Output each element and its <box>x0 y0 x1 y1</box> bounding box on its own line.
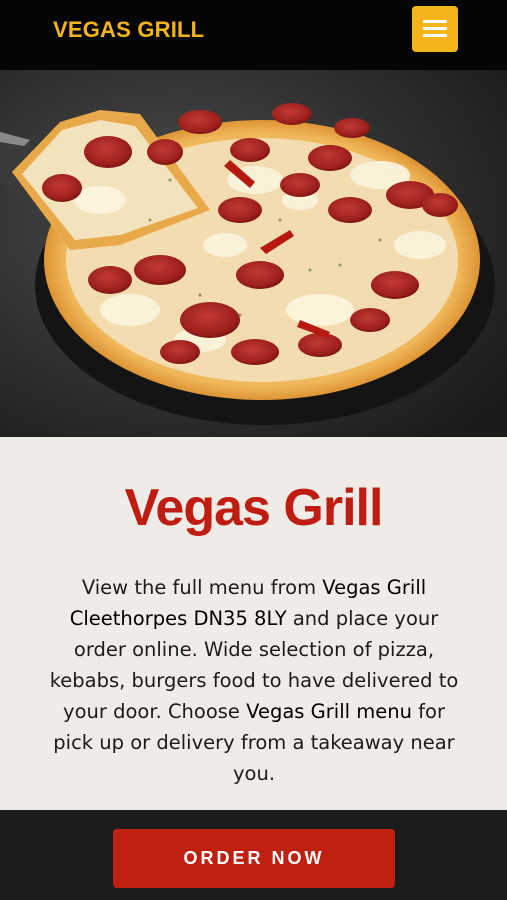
restaurant-description: View the full menu from Vegas Grill Clee… <box>45 572 463 789</box>
hero-pizza-image <box>0 70 507 437</box>
top-header: VEGAS GRILL <box>0 0 507 70</box>
menu-button[interactable] <box>412 6 458 52</box>
page: VEGAS GRILL Vegas Grill View the full me… <box>0 0 507 900</box>
brand-logo-text[interactable]: VEGAS GRILL <box>53 17 204 43</box>
order-now-button[interactable]: ORDER NOW <box>113 829 395 888</box>
description-highlight-menu: Vegas Grill menu <box>246 700 412 723</box>
pizza-illustration <box>0 70 507 437</box>
description-text-1: View the full menu from <box>81 576 323 599</box>
page-title: Vegas Grill <box>124 479 384 537</box>
